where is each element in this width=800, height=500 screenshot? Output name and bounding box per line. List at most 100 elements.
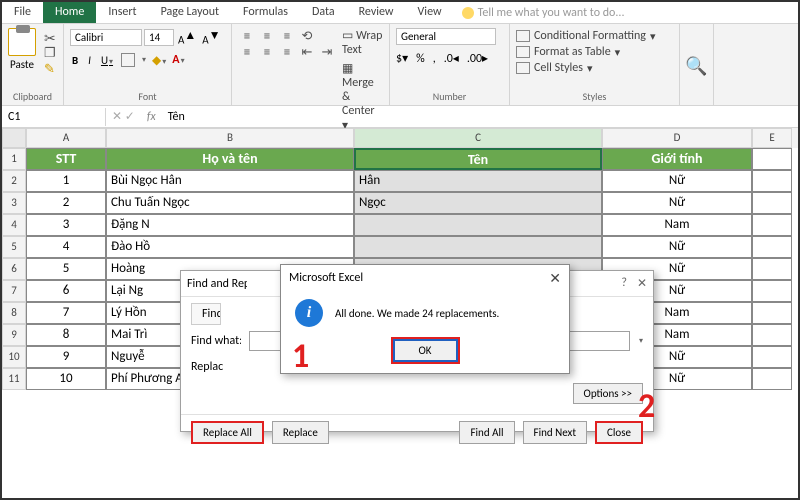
border-button[interactable] — [121, 53, 135, 67]
percent-icon[interactable]: % — [416, 52, 425, 66]
accounting-icon[interactable]: $▾ — [396, 51, 408, 66]
cell[interactable]: 7 — [26, 302, 106, 324]
close-button[interactable]: Close — [595, 421, 643, 444]
conditional-formatting-button[interactable]: Conditional Formatting ▾ — [516, 28, 673, 44]
cell[interactable] — [354, 236, 602, 258]
fx-buttons[interactable]: ✕ ✓ — [106, 109, 141, 124]
align-top-icon[interactable]: ≡ — [238, 28, 256, 44]
format-painter-icon[interactable]: ✎ — [44, 62, 60, 76]
cell[interactable]: 8 — [26, 324, 106, 346]
col-header-c[interactable]: C — [354, 128, 602, 148]
row-header[interactable]: 3 — [2, 192, 26, 214]
tab-insert[interactable]: Insert — [96, 2, 148, 23]
row-header[interactable]: 4 — [2, 214, 26, 236]
font-color-button[interactable]: A▾ — [172, 53, 184, 67]
cell[interactable]: Đặng N — [106, 214, 354, 236]
wrap-text-button[interactable]: ▭ Wrap Text — [342, 28, 383, 57]
cell[interactable]: 2 — [26, 192, 106, 214]
cell[interactable] — [752, 302, 792, 324]
options-button[interactable]: Options >> — [573, 383, 643, 404]
font-size-select[interactable]: 14 — [144, 29, 174, 46]
cell[interactable]: Nữ — [602, 192, 752, 214]
align-left-icon[interactable]: ≡ — [238, 44, 256, 60]
cut-icon[interactable]: ✂ — [44, 30, 60, 44]
col-header-b[interactable]: B — [106, 128, 354, 148]
cell[interactable]: Nữ — [602, 170, 752, 192]
cell[interactable] — [752, 148, 792, 170]
tab-home[interactable]: Home — [43, 2, 96, 23]
cell[interactable]: Nữ — [602, 236, 752, 258]
header-cell[interactable]: Giới tính — [602, 148, 752, 170]
tab-find[interactable]: Find — [191, 303, 221, 325]
format-as-table-button[interactable]: Format as Table ▾ — [516, 44, 673, 60]
cell[interactable] — [752, 236, 792, 258]
cell[interactable]: 9 — [26, 346, 106, 368]
row-header[interactable]: 11 — [2, 368, 26, 390]
copy-icon[interactable]: ❐ — [44, 46, 60, 60]
cell[interactable]: 4 — [26, 236, 106, 258]
cell[interactable]: 6 — [26, 280, 106, 302]
underline-button[interactable]: U▾ — [99, 54, 115, 67]
cell[interactable] — [752, 214, 792, 236]
close-icon[interactable]: ✕ — [549, 270, 561, 287]
align-bottom-icon[interactable]: ≡ — [278, 28, 296, 44]
name-box[interactable]: C1 — [2, 108, 106, 126]
cell[interactable]: 1 — [26, 170, 106, 192]
tab-file[interactable]: File — [2, 2, 43, 23]
row-header[interactable]: 5 — [2, 236, 26, 258]
row-header[interactable]: 6 — [2, 258, 26, 280]
paste-button[interactable]: Paste — [8, 28, 36, 71]
cell-styles-button[interactable]: Cell Styles ▾ — [516, 60, 673, 76]
cell[interactable] — [752, 368, 792, 390]
cell[interactable]: 5 — [26, 258, 106, 280]
header-cell[interactable]: Họ và tên — [106, 148, 354, 170]
tab-formulas[interactable]: Formulas — [231, 2, 300, 23]
row-header[interactable]: 9 — [2, 324, 26, 346]
increase-font-icon[interactable]: A▲ — [176, 28, 198, 47]
ok-button[interactable]: OK — [393, 339, 458, 362]
cell[interactable] — [752, 346, 792, 368]
row-header[interactable]: 2 — [2, 170, 26, 192]
find-all-button[interactable]: Find All — [459, 421, 514, 444]
fx-icon[interactable]: fx — [141, 110, 162, 124]
formula-bar[interactable]: Tên — [162, 108, 798, 126]
col-header-e[interactable]: E — [752, 128, 792, 148]
cell[interactable]: Hân — [354, 170, 602, 192]
cell[interactable]: Đào Hồ — [106, 236, 354, 258]
row-header[interactable]: 1 — [2, 148, 26, 170]
cell[interactable] — [752, 280, 792, 302]
cell[interactable] — [752, 258, 792, 280]
cell[interactable] — [752, 192, 792, 214]
cell[interactable]: Bùi Ngọc Hân — [106, 170, 354, 192]
tell-me[interactable]: Tell me what you want to do... — [454, 2, 633, 23]
cell[interactable] — [752, 170, 792, 192]
replace-button[interactable]: Replace — [272, 421, 329, 444]
find-icon[interactable]: 🔍 — [685, 55, 707, 77]
cell[interactable]: 3 — [26, 214, 106, 236]
indent-inc-icon[interactable]: ⇥ — [318, 44, 336, 60]
indent-dec-icon[interactable]: ⇤ — [298, 44, 316, 60]
cell[interactable] — [752, 324, 792, 346]
find-next-button[interactable]: Find Next — [523, 421, 588, 444]
close-icon[interactable]: ✕ — [637, 276, 647, 291]
cell[interactable]: Chu Tuấn Ngọc — [106, 192, 354, 214]
header-cell[interactable]: STT — [26, 148, 106, 170]
help-icon[interactable]: ? — [621, 276, 627, 291]
orientation-icon[interactable]: ⟲ — [298, 28, 316, 44]
row-header[interactable]: 8 — [2, 302, 26, 324]
align-center-icon[interactable]: ≡ — [258, 44, 276, 60]
number-format-select[interactable]: General — [396, 28, 496, 45]
align-middle-icon[interactable]: ≡ — [258, 28, 276, 44]
col-header-d[interactable]: D — [602, 128, 752, 148]
tab-data[interactable]: Data — [300, 2, 347, 23]
italic-button[interactable]: I — [86, 54, 93, 67]
col-header-a[interactable]: A — [26, 128, 106, 148]
tab-review[interactable]: Review — [347, 2, 406, 23]
align-right-icon[interactable]: ≡ — [278, 44, 296, 60]
cell[interactable] — [354, 214, 602, 236]
inc-decimal-icon[interactable]: .0◂ — [444, 51, 459, 66]
fill-color-button[interactable]: ◆▾ — [152, 53, 166, 68]
font-name-select[interactable]: Calibri — [70, 29, 142, 46]
decrease-font-icon[interactable]: A▼ — [200, 28, 222, 47]
row-header[interactable]: 7 — [2, 280, 26, 302]
